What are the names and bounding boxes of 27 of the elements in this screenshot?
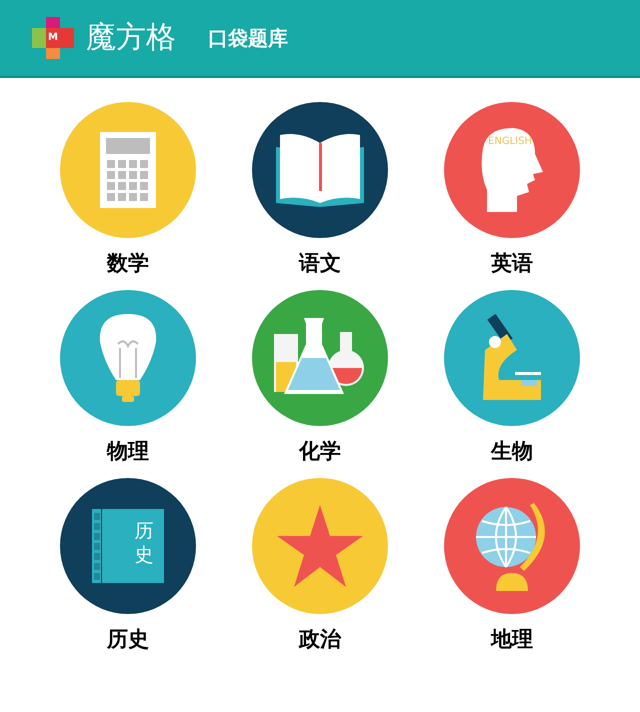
subject-tile[interactable]: 数学 (32, 102, 224, 278)
subject-tile[interactable]: 化学 (224, 290, 416, 466)
subject-label: 生物 (491, 438, 533, 465)
subject-label: 化学 (299, 438, 341, 465)
icon-label: ENGLISH (488, 136, 532, 147)
subject-tile[interactable]: 地理 (416, 478, 608, 654)
subject-label: 历史 (107, 626, 149, 653)
subject-tile[interactable]: 语文 (224, 102, 416, 278)
open-book-icon (276, 133, 364, 207)
subject-tile[interactable]: ENGLISH 英语 (416, 102, 608, 278)
subject-tile[interactable]: 历史 历史 (32, 478, 224, 654)
microscope-icon (481, 314, 543, 402)
subject-label: 地理 (491, 626, 533, 653)
subject-label: 英语 (491, 250, 533, 277)
brand-name: 魔方格 (86, 23, 176, 53)
subject-label: 物理 (107, 438, 149, 465)
subject-tile[interactable]: 物理 (32, 290, 224, 466)
subject-label: 数学 (107, 250, 149, 277)
subject-label: 语文 (299, 250, 341, 277)
app-title: 口袋题库 (208, 25, 288, 52)
subject-tile[interactable]: 政治 (224, 478, 416, 654)
star-icon (277, 505, 363, 587)
calculator-icon (100, 132, 156, 208)
subject-label: 政治 (299, 626, 341, 653)
light-bulb-icon (98, 314, 158, 402)
icon-label: 历史 (134, 520, 154, 566)
subject-tile[interactable]: 生物 (416, 290, 608, 466)
